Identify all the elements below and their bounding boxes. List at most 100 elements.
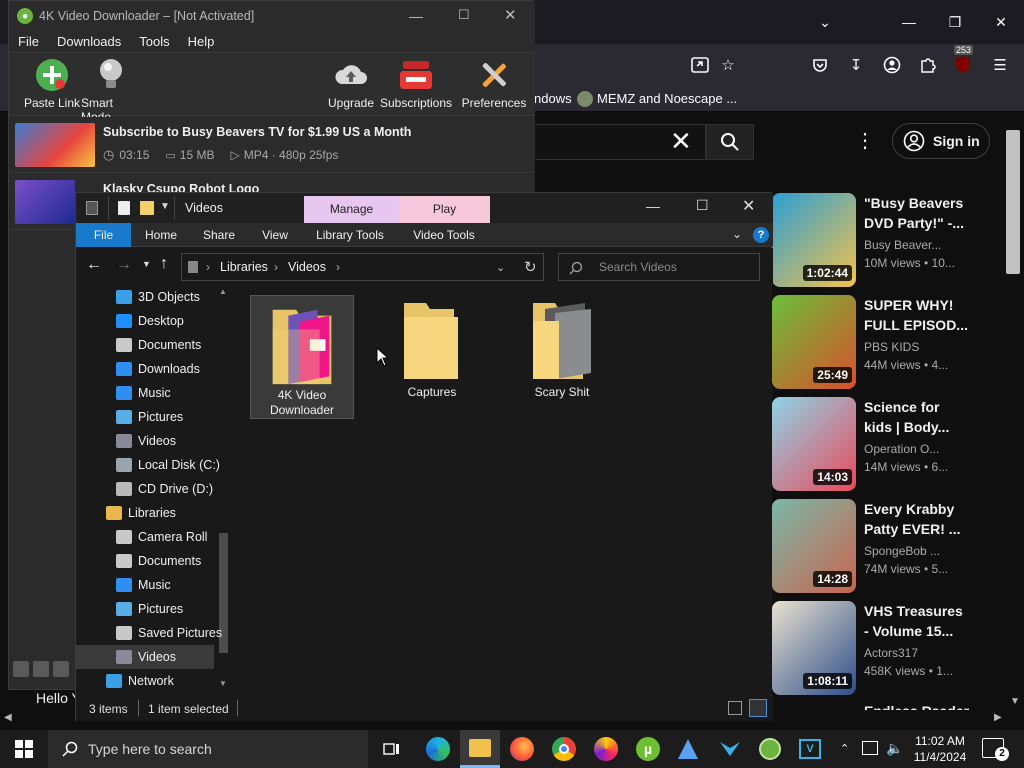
smart-mode-button[interactable]: Smart Mode xyxy=(81,58,141,124)
app-arrow-icon[interactable] xyxy=(710,730,750,768)
refresh-icon[interactable]: ↻ xyxy=(524,258,537,276)
clear-search-icon[interactable]: ✕ xyxy=(670,128,696,156)
forward-arrow-icon[interactable]: → xyxy=(116,256,132,274)
nav-item[interactable]: CD Drive (D:) xyxy=(76,477,214,501)
vdl-maximize-icon[interactable]: ☐ xyxy=(458,7,470,23)
nav-item[interactable]: Saved Pictures xyxy=(76,621,222,645)
video-channel[interactable]: Actors317 xyxy=(864,646,1004,660)
tab-home[interactable]: Home xyxy=(134,223,188,247)
close-icon[interactable]: ✕ xyxy=(978,7,1024,37)
reddit-social-icon[interactable] xyxy=(53,661,69,677)
tab-list-chevron-icon[interactable]: ⌄ xyxy=(802,7,848,37)
taskbar-search-box[interactable]: Type here to search xyxy=(48,730,368,768)
clock-display[interactable]: 11:02 AM 11/4/2024 xyxy=(908,733,972,765)
preferences-button[interactable]: Preferences xyxy=(459,58,529,114)
address-history-chevron-icon[interactable]: ⌄ xyxy=(496,261,505,274)
twitter-social-icon[interactable] xyxy=(33,661,49,677)
pocket-icon[interactable] xyxy=(806,51,834,79)
youtube-social-icon[interactable] xyxy=(13,661,29,677)
vdl-menu-downloads[interactable]: Downloads xyxy=(48,34,130,49)
breadcrumb-libraries[interactable]: Libraries xyxy=(220,260,268,274)
video-title[interactable]: VHS Treasures xyxy=(864,601,1014,621)
chrome-icon[interactable] xyxy=(544,730,584,768)
vdl-close-icon[interactable]: ✕ xyxy=(504,6,517,24)
file-explorer-taskbar-icon[interactable] xyxy=(460,730,500,768)
edge-browser-icon[interactable] xyxy=(418,730,458,768)
tab-video-tools[interactable]: Video Tools xyxy=(399,223,489,247)
video-title[interactable]: Every Krabby xyxy=(864,499,1014,519)
nav-item[interactable]: Music xyxy=(76,573,214,597)
nav-item[interactable]: Videos xyxy=(76,429,214,453)
show-hidden-icons-chevron-icon[interactable]: ⌃ xyxy=(840,742,849,755)
video-title[interactable]: kids | Body... xyxy=(864,417,1014,437)
menu-hamburger-icon[interactable]: ☰ xyxy=(986,51,1014,79)
nav-item[interactable]: Documents xyxy=(76,549,214,573)
restore-icon[interactable]: ❐ xyxy=(932,7,978,37)
video-thumbnail[interactable]: 25:49 xyxy=(772,295,856,389)
bookmark-fragment[interactable]: ndows xyxy=(534,91,572,106)
4k-video-downloader-taskbar-icon[interactable] xyxy=(750,730,790,768)
video-title[interactable]: Science for xyxy=(864,397,1014,417)
scroll-right-arrow-icon[interactable]: ▶ xyxy=(994,712,1002,723)
vdl-menu-help[interactable]: Help xyxy=(179,34,224,49)
scroll-left-arrow-icon[interactable]: ◀ xyxy=(4,712,12,723)
tab-library-tools[interactable]: Library Tools xyxy=(304,223,396,247)
task-view-icon[interactable] xyxy=(372,730,412,768)
recent-locations-chevron-icon[interactable]: ▼ xyxy=(142,259,151,269)
folder-item[interactable]: Scary Shit xyxy=(510,299,614,409)
nav-scroll-up-icon[interactable]: ▲ xyxy=(219,287,227,296)
app-blue-shape-icon[interactable] xyxy=(668,730,708,768)
video-title[interactable]: FULL EPISOD... xyxy=(864,315,1014,335)
explorer-maximize-icon[interactable]: ☐ xyxy=(696,197,709,214)
nav-item[interactable]: Pictures xyxy=(76,597,214,621)
properties-check-icon[interactable] xyxy=(118,201,130,215)
nav-item[interactable]: 3D Objects xyxy=(76,285,214,309)
start-windows-icon[interactable] xyxy=(0,730,48,768)
video-title[interactable]: DVD Party!" -... xyxy=(864,213,1014,233)
nav-item[interactable]: Music xyxy=(76,381,214,405)
bookmark-memz[interactable]: MEMZ and Noescape ... xyxy=(597,91,737,106)
explorer-minimize-icon[interactable]: — xyxy=(646,198,660,214)
video-thumbnail[interactable]: 1:08:11 xyxy=(772,601,856,695)
video-channel[interactable]: Operation O... xyxy=(864,442,1004,456)
video-channel[interactable]: PBS KIDS xyxy=(864,340,1004,354)
volume-icon[interactable]: 🔈 xyxy=(886,740,903,757)
nav-item[interactable]: Network xyxy=(76,669,214,693)
upgrade-button[interactable]: Upgrade xyxy=(327,58,375,114)
download-item[interactable]: Subscribe to Busy Beavers TV for $1.99 U… xyxy=(9,117,535,173)
tab-file[interactable]: File xyxy=(76,223,131,247)
video-channel[interactable]: Busy Beaver... xyxy=(864,238,1004,252)
tab-share[interactable]: Share xyxy=(192,223,246,247)
folder-item[interactable]: Captures xyxy=(380,299,484,409)
vdl-menu-file[interactable]: File xyxy=(9,34,48,49)
tab-view[interactable]: View xyxy=(250,223,300,247)
nav-item[interactable]: Documents xyxy=(76,333,214,357)
firefox-icon[interactable] xyxy=(502,730,542,768)
ribbon-expand-chevron-icon[interactable]: ⌄ xyxy=(732,227,742,241)
minimize-icon[interactable]: — xyxy=(886,7,932,37)
tab-play[interactable]: Play xyxy=(399,196,490,223)
explorer-close-icon[interactable]: ✕ xyxy=(742,196,755,216)
action-center-icon[interactable]: 2 xyxy=(982,738,1009,761)
account-icon[interactable] xyxy=(878,51,906,79)
video-title[interactable]: "Busy Beavers xyxy=(864,193,1014,213)
tab-manage[interactable]: Manage xyxy=(304,196,399,223)
back-arrow-icon[interactable]: ← xyxy=(86,256,102,274)
app-vs-icon[interactable]: V xyxy=(790,730,830,768)
downloads-icon[interactable]: ↧ xyxy=(842,51,870,79)
new-folder-icon[interactable] xyxy=(140,201,154,215)
bookmark-star-icon[interactable]: ☆ xyxy=(714,51,742,79)
utorrent-icon[interactable]: µ xyxy=(628,730,668,768)
opera-gx-icon[interactable] xyxy=(586,730,626,768)
video-thumbnail[interactable]: 1:02:44 xyxy=(772,193,856,287)
details-view-icon[interactable] xyxy=(728,701,742,715)
video-title[interactable]: - Volume 15... xyxy=(864,621,1014,641)
up-arrow-icon[interactable]: ↑ xyxy=(160,255,168,273)
large-icons-view-icon[interactable] xyxy=(749,699,767,717)
address-bar[interactable]: › Libraries › Videos › ⌄ ↻ xyxy=(181,253,544,281)
scroll-down-arrow-icon[interactable]: ▼ xyxy=(1010,696,1020,707)
vdl-menu-tools[interactable]: Tools xyxy=(130,34,178,49)
search-icon[interactable] xyxy=(706,124,754,160)
nav-item[interactable]: Pictures xyxy=(76,405,214,429)
nav-item[interactable]: Desktop xyxy=(76,309,214,333)
